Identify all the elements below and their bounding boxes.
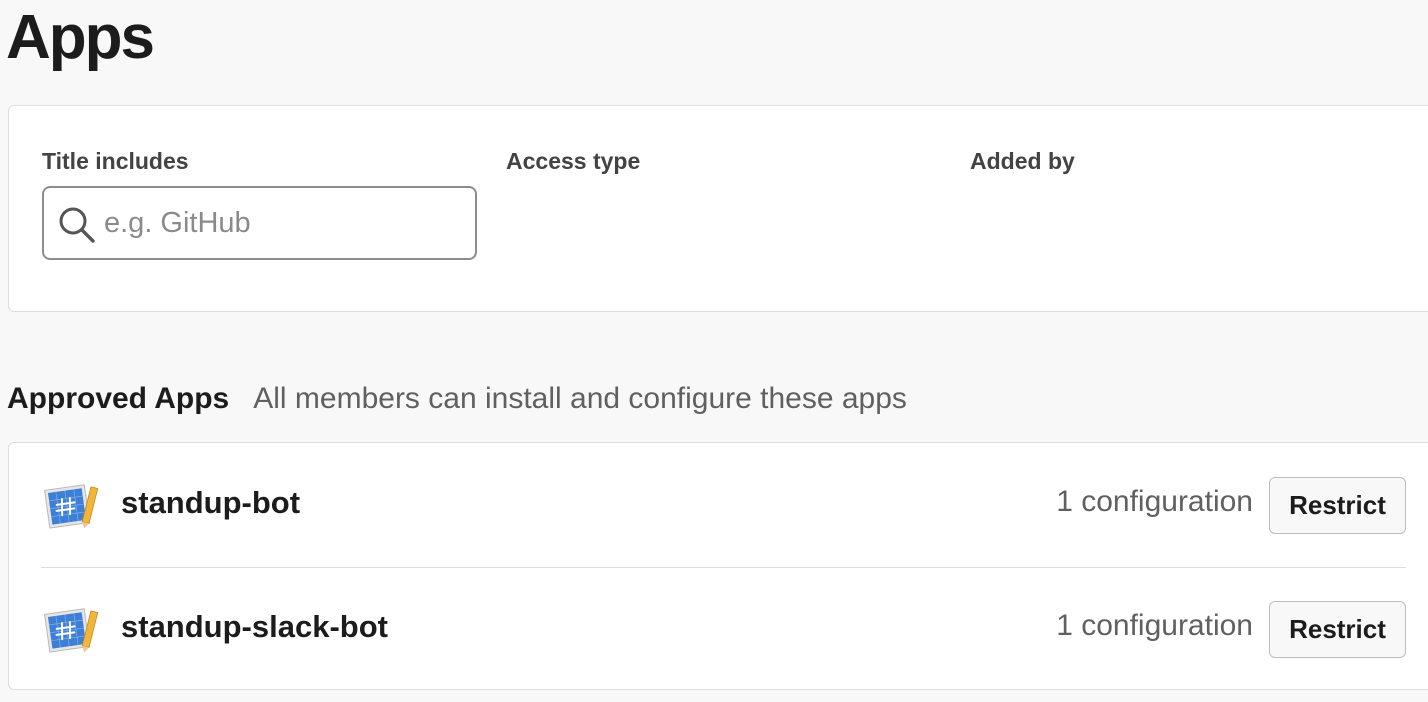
- added-by-label: Added by: [970, 148, 1075, 174]
- restrict-button[interactable]: Restrict: [1269, 477, 1406, 534]
- app-row: standup-slack-bot 1 configuration Restri…: [41, 567, 1406, 691]
- app-blueprint-icon: [44, 484, 99, 529]
- title-includes-label: Title includes: [42, 148, 189, 174]
- app-row: standup-bot 1 configuration Restrict: [41, 443, 1406, 568]
- search-field[interactable]: [42, 186, 477, 260]
- restrict-button[interactable]: Restrict: [1269, 601, 1406, 658]
- configuration-count[interactable]: 1 configuration: [1056, 485, 1253, 519]
- app-name[interactable]: standup-bot: [121, 485, 300, 521]
- search-icon: [59, 207, 95, 243]
- section-title: Approved Apps: [7, 382, 230, 415]
- approved-apps-list: standup-bot 1 configuration Restrict sta…: [8, 442, 1428, 690]
- section-subtitle: All members can install and configure th…: [253, 382, 907, 415]
- app-blueprint-icon: [44, 608, 99, 653]
- configuration-count[interactable]: 1 configuration: [1056, 609, 1253, 643]
- search-input[interactable]: [104, 194, 464, 252]
- app-name[interactable]: standup-slack-bot: [121, 609, 388, 645]
- filter-panel: Title includes Access type Added by: [8, 105, 1428, 312]
- page-title: Apps: [6, 3, 155, 72]
- approved-apps-header: Approved Apps All members can install an…: [7, 382, 907, 426]
- access-type-label: Access type: [506, 148, 641, 174]
